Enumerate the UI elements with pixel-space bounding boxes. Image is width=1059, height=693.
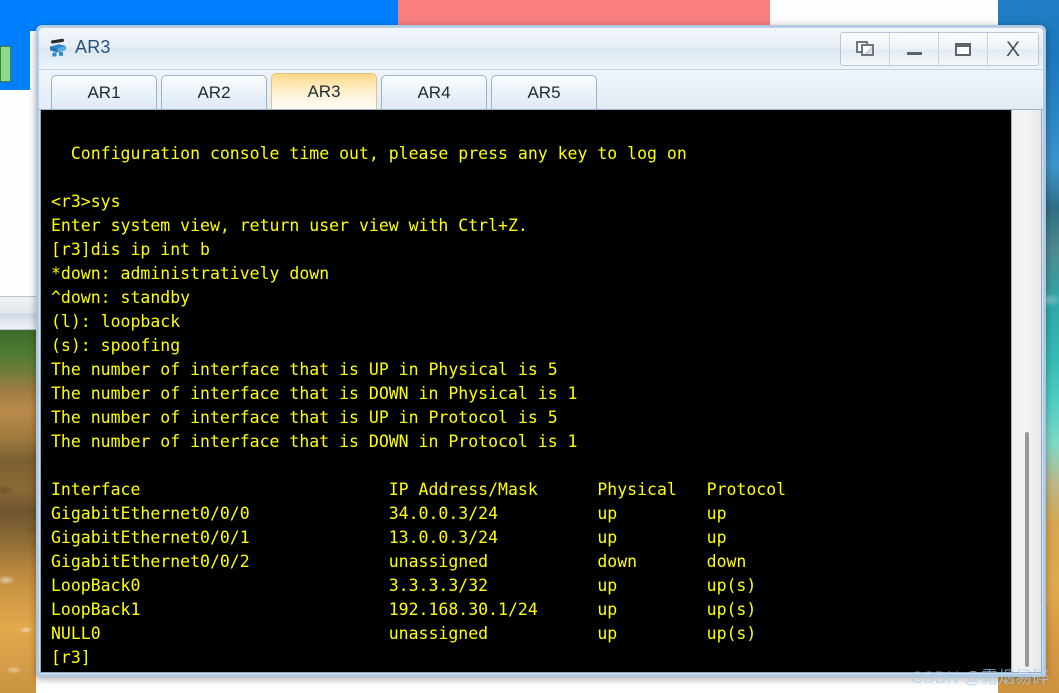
maximize-button[interactable] <box>939 33 988 65</box>
console-output[interactable]: Configuration console time out, please p… <box>41 110 1011 672</box>
screen-root: AR3 X AR1 AR2 AR3 AR4 AR5 Configuration … <box>0 0 1059 693</box>
console-line: Configuration console time out, please p… <box>51 144 687 163</box>
desktop-panel-left <box>0 296 36 330</box>
desktop-green-marker <box>0 46 11 82</box>
tab-ar1-label: AR1 <box>87 82 121 102</box>
restore-button[interactable] <box>841 33 890 65</box>
console-line: (s): spoofing <box>51 336 181 355</box>
minimize-icon <box>906 52 922 55</box>
tab-ar3-label: AR3 <box>307 81 341 101</box>
desktop-white-left <box>0 90 36 296</box>
desktop-photo-desert <box>0 330 36 693</box>
window-controls: X <box>840 32 1039 66</box>
tab-ar5-label: AR5 <box>527 82 561 102</box>
console-line: Enter system view, return user view with… <box>51 216 528 235</box>
device-tabstrip: AR1 AR2 AR3 AR4 AR5 <box>37 70 1045 110</box>
console-line: [r3] <box>51 648 91 667</box>
close-button[interactable]: X <box>988 33 1038 65</box>
tab-ar4[interactable]: AR4 <box>381 75 487 109</box>
console-line: LoopBack0 3.3.3.3/32 up up(s) <box>51 576 757 595</box>
restore-icon <box>855 41 875 57</box>
close-icon: X <box>1005 37 1020 61</box>
maximize-icon <box>955 42 971 56</box>
console-line: The number of interface that is DOWN in … <box>51 384 578 403</box>
window-title: AR3 <box>75 37 111 57</box>
console-line: *down: administratively down <box>51 264 330 283</box>
console-line: NULL0 unassigned up up(s) <box>51 624 757 643</box>
console-line: The number of interface that is UP in Ph… <box>51 360 558 379</box>
scrollbar-thumb[interactable] <box>1025 432 1029 667</box>
tab-ar2[interactable]: AR2 <box>161 75 267 109</box>
ar3-console-window: AR3 X AR1 AR2 AR3 AR4 AR5 Configuration … <box>36 25 1046 677</box>
router-icon <box>50 38 66 56</box>
console-line: The number of interface that is UP in Pr… <box>51 408 558 427</box>
console-scrollbar[interactable] <box>1011 110 1041 672</box>
minimize-button[interactable] <box>890 33 939 65</box>
tab-ar2-label: AR2 <box>197 82 231 102</box>
console-line: GigabitEthernet0/0/1 13.0.0.3/24 up up <box>51 528 727 547</box>
tab-ar5[interactable]: AR5 <box>491 75 597 109</box>
console-line: GigabitEthernet0/0/0 34.0.0.3/24 up up <box>51 504 727 523</box>
window-titlebar[interactable]: AR3 X <box>37 26 1045 70</box>
console-line: ^down: standby <box>51 288 191 307</box>
console-area: Configuration console time out, please p… <box>40 110 1042 673</box>
console-line: (l): loopback <box>51 312 181 331</box>
console-line: <r3>sys <box>51 192 121 211</box>
console-line: The number of interface that is DOWN in … <box>51 432 578 451</box>
tab-ar1[interactable]: AR1 <box>51 75 157 109</box>
console-line: GigabitEthernet0/0/2 unassigned down dow… <box>51 552 747 571</box>
tab-ar4-label: AR4 <box>417 82 451 102</box>
console-line: Interface IP Address/Mask Physical Proto… <box>51 480 787 499</box>
tab-ar3[interactable]: AR3 <box>271 73 377 109</box>
console-line: LoopBack1 192.168.30.1/24 up up(s) <box>51 600 757 619</box>
console-line: [r3]dis ip int b <box>51 240 210 259</box>
